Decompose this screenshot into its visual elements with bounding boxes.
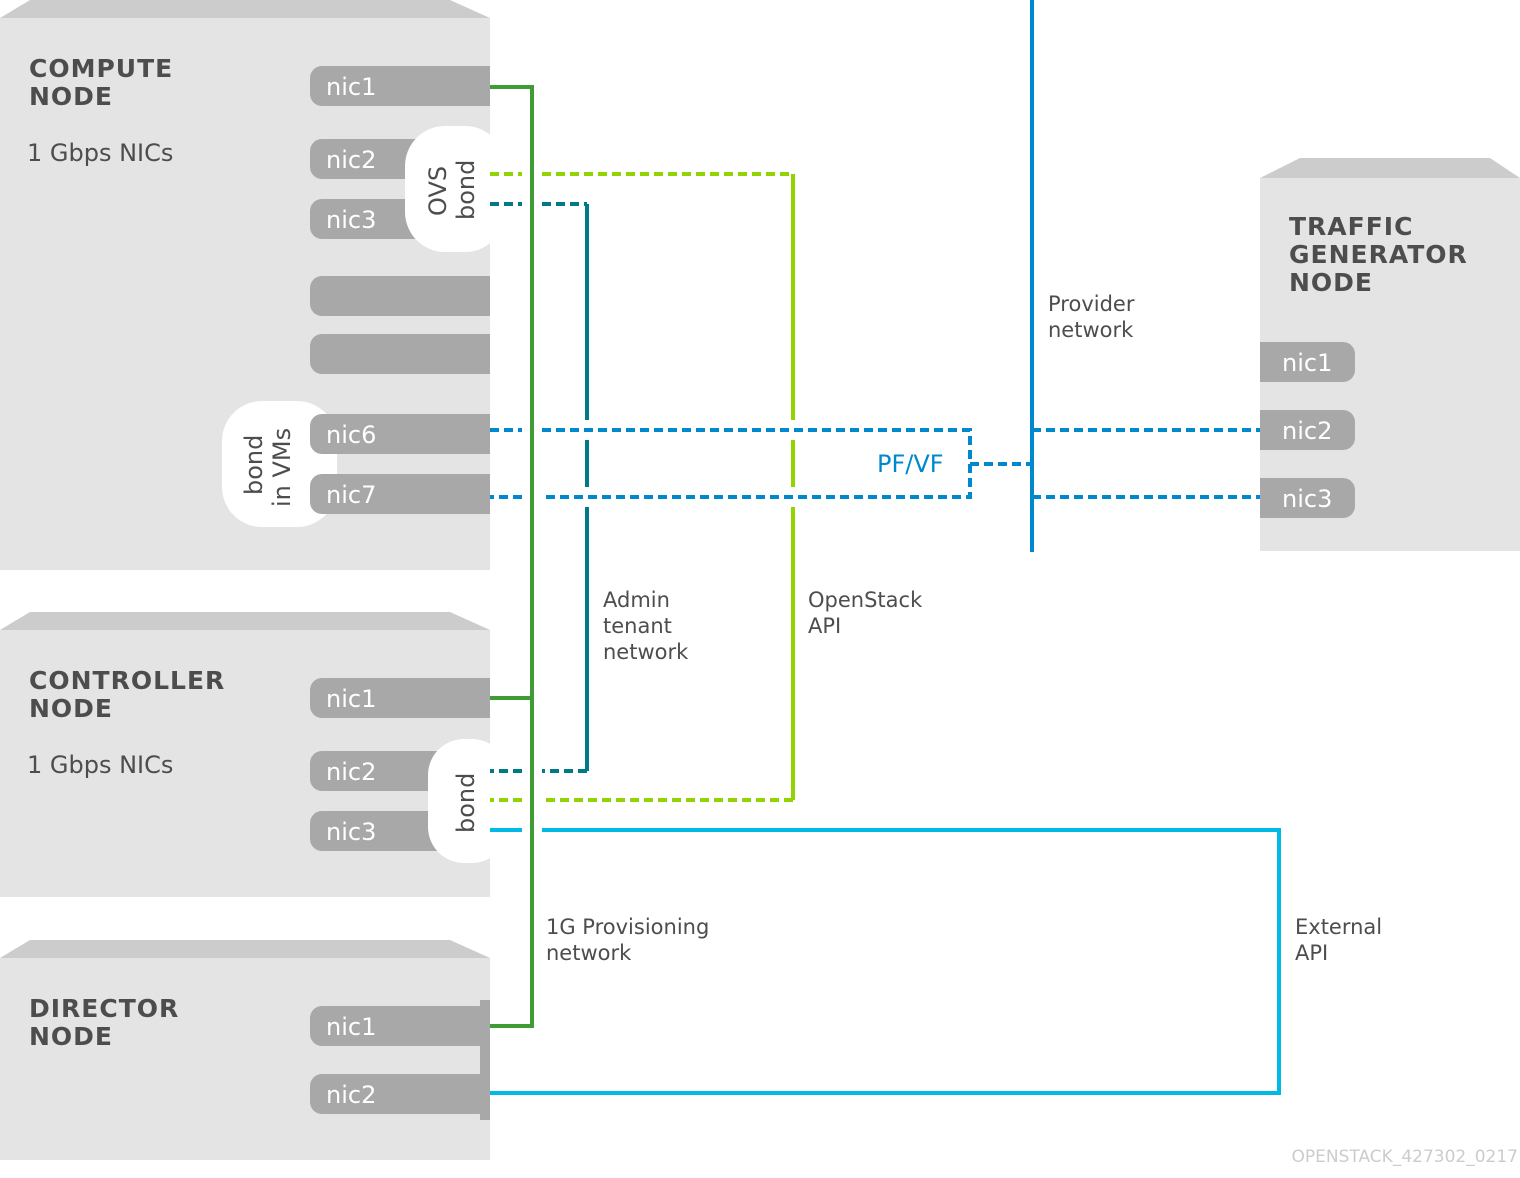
controller-node: CONTROLLER NODE 1 Gbps NICs nic1 nic2 ni…	[0, 600, 520, 900]
external-label: External	[1295, 915, 1382, 939]
nic-label: nic1	[326, 73, 376, 101]
vm-bond-label-2: in VMs	[268, 428, 296, 507]
admin-label-3: network	[603, 640, 689, 664]
provider-label-2: network	[1048, 318, 1134, 342]
controller-title-2: NODE	[29, 694, 113, 723]
compute-title-2: NODE	[29, 82, 113, 111]
nic-label: nic2	[1282, 417, 1332, 445]
director-title-2: NODE	[29, 1022, 113, 1051]
ovs-bond-label: OVS	[424, 166, 452, 216]
compute-title: COMPUTE	[29, 54, 173, 83]
nic-label: nic3	[326, 818, 376, 846]
watermark: OPENSTACK_427302_0217	[1292, 1147, 1518, 1167]
director-node: DIRECTOR NODE nic1 nic2	[0, 940, 490, 1160]
provisioning-label: 1G Provisioning	[546, 915, 709, 939]
openstack-api-network	[490, 172, 795, 802]
nic-label: nic3	[326, 206, 376, 234]
traffic-generator-node: TRAFFIC GENERATOR NODE nic1 nic2 nic3	[1260, 158, 1520, 551]
nic-label: nic7	[326, 481, 376, 509]
traffic-title: TRAFFIC	[1289, 212, 1413, 241]
provisioning-label-2: network	[546, 941, 632, 965]
nic-label: nic1	[326, 685, 376, 713]
openstack-label-2: API	[808, 614, 841, 638]
nic-label: nic2	[326, 758, 376, 786]
ovs-bond-label-2: bond	[452, 160, 480, 220]
nic-label: nic2	[326, 146, 376, 174]
controller-subtitle: 1 Gbps NICs	[27, 751, 173, 779]
nic-label: nic6	[326, 421, 376, 449]
traffic-title-3: NODE	[1289, 268, 1373, 297]
compute-nic5	[310, 334, 510, 374]
compute-subtitle: 1 Gbps NICs	[27, 139, 173, 167]
admin-label-2: tenant	[603, 614, 672, 638]
controller-title: CONTROLLER	[29, 666, 225, 695]
traffic-title-2: GENERATOR	[1289, 240, 1468, 269]
pf-vf-label: PF/VF	[877, 450, 944, 478]
nic-label: nic1	[1282, 349, 1332, 377]
controller-bond-label: bond	[452, 773, 480, 833]
nic-label: nic2	[326, 1081, 376, 1109]
nic-label: nic1	[326, 1013, 376, 1041]
openstack-label: OpenStack	[808, 588, 923, 612]
external-label-2: API	[1295, 941, 1328, 965]
provider-network	[490, 0, 1260, 552]
compute-nic4	[310, 276, 510, 316]
admin-label: Admin	[603, 588, 670, 612]
network-diagram: COMPUTE NODE 1 Gbps NICs nic1 nic2 nic3 …	[0, 0, 1520, 1178]
vm-bond-label: bond	[240, 435, 268, 495]
director-title: DIRECTOR	[29, 994, 179, 1023]
provider-label: Provider	[1048, 292, 1135, 316]
nic-label: nic3	[1282, 485, 1332, 513]
